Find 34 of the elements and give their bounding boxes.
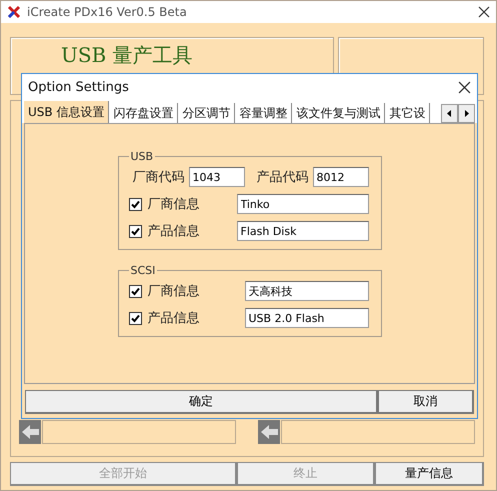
dialog-button[interactable]: 确定 [25,390,378,414]
checkbox[interactable] [128,198,142,210]
code-field[interactable]: 8012 [312,167,368,187]
checkbox[interactable] [128,312,142,324]
dialog-button[interactable]: 取消 [378,390,474,414]
window-title: iCreate PDx16 Ver0.5 Beta [27,5,188,19]
scroll-left-icon[interactable] [441,104,458,123]
footer-button[interactable]: 量产信息 [374,462,484,486]
group-title: SCSI [130,264,156,277]
scroll-right-icon[interactable] [458,104,475,123]
text-field[interactable]: 天高科技 [244,281,368,301]
checkbox[interactable] [128,284,142,298]
dialog-title: Option Settings [28,80,130,94]
app-title-text: USB 量产工具 [61,44,193,66]
field-label: 产品代码 [256,169,308,186]
code-field[interactable]: 1043 [188,167,244,187]
tab[interactable]: USB 信息设置 [24,101,110,123]
text-field[interactable]: Tinko [236,194,368,214]
field-label: 厂商代码 [132,169,184,186]
tools-icon [7,5,21,19]
checkbox-label: 产品信息 [148,223,200,240]
close-icon[interactable] [458,80,471,94]
group-title: USB [130,150,154,163]
check-icon [130,286,140,296]
text-field[interactable]: Flash Disk [236,221,368,241]
checkbox-label: 厂商信息 [148,196,200,213]
checkbox-label: 产品信息 [148,310,200,327]
text-field[interactable]: USB 2.0 Flash [244,308,368,328]
close-icon[interactable] [478,6,490,18]
check-icon [130,226,140,236]
checkbox[interactable] [128,224,142,238]
check-icon [130,200,140,208]
check-icon [130,314,140,322]
checkbox-label: 厂商信息 [148,283,200,300]
